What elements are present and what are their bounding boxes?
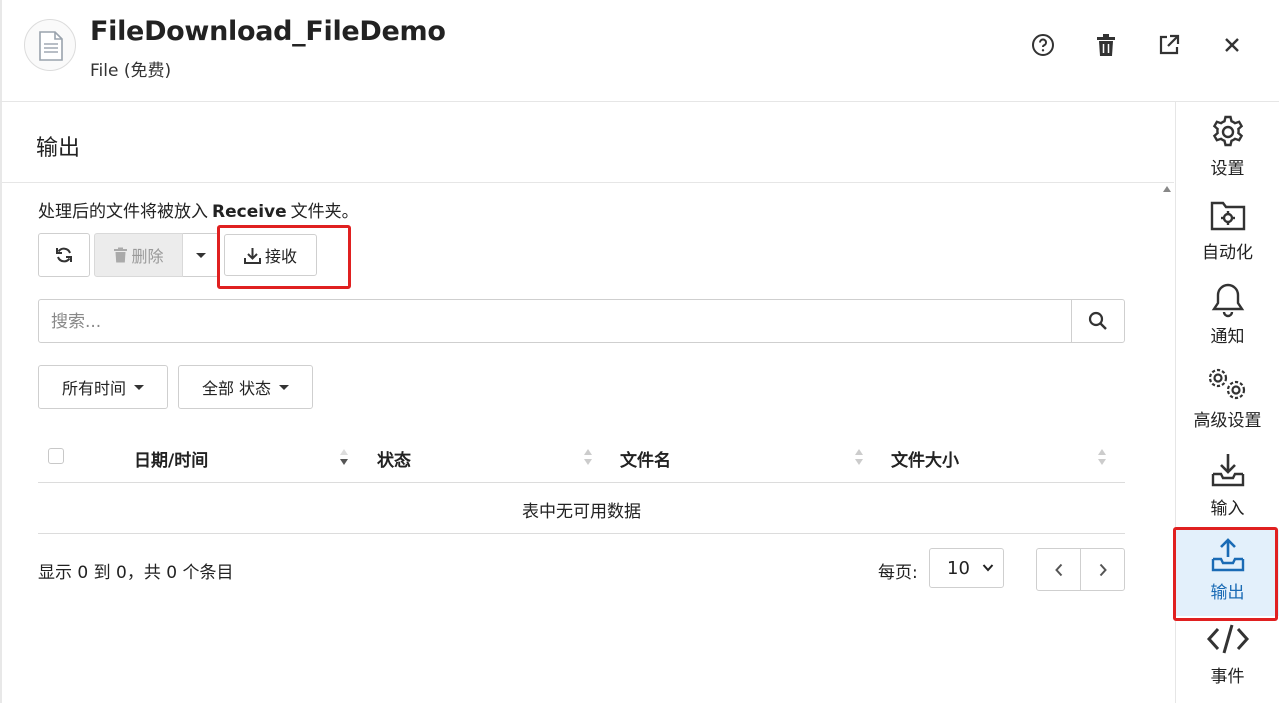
panel-title: 输出 bbox=[36, 136, 81, 161]
per-page-select[interactable]: 10 bbox=[929, 548, 1004, 588]
table-empty-message: 表中无可用数据 bbox=[522, 502, 641, 522]
sort-icon[interactable] bbox=[583, 447, 593, 467]
bell-icon bbox=[1176, 282, 1279, 318]
chevron-down-icon bbox=[195, 252, 206, 258]
trash-icon bbox=[114, 247, 128, 263]
sidebar-item-label: 自动化 bbox=[1202, 243, 1253, 263]
sort-icon[interactable] bbox=[854, 447, 864, 467]
page-title: FileDownload_FileDemo bbox=[90, 16, 446, 47]
sidebar-item-automation[interactable]: 自动化 bbox=[1176, 192, 1279, 276]
divider bbox=[38, 482, 1125, 483]
delete-dropdown-button[interactable] bbox=[183, 233, 219, 277]
time-filter-dropdown[interactable]: 所有时间 bbox=[38, 365, 168, 409]
column-header-filename[interactable]: 文件名 bbox=[620, 446, 671, 471]
highlight-box bbox=[217, 225, 351, 289]
file-icon bbox=[24, 19, 76, 71]
code-icon bbox=[1176, 622, 1279, 656]
status-filter-dropdown[interactable]: 全部 状态 bbox=[178, 365, 313, 409]
sidebar-item-input[interactable]: 输入 bbox=[1176, 444, 1279, 528]
search-input[interactable] bbox=[49, 308, 1063, 336]
scroll-up-arrow[interactable] bbox=[1163, 186, 1171, 192]
next-page-button[interactable] bbox=[1080, 548, 1125, 591]
sort-icon[interactable] bbox=[1097, 447, 1107, 467]
inbox-download-icon bbox=[1176, 452, 1279, 488]
description-text: 文件夹。 bbox=[290, 202, 359, 222]
table-info: 显示 0 到 0，共 0 个条目 bbox=[38, 563, 234, 583]
help-icon[interactable] bbox=[1028, 30, 1058, 60]
time-filter-label: 所有时间 bbox=[61, 379, 126, 398]
sidebar-item-label: 输入 bbox=[1210, 499, 1245, 519]
chevron-left-icon bbox=[1054, 563, 1062, 576]
divider bbox=[38, 533, 1125, 534]
prev-page-button[interactable] bbox=[1036, 548, 1081, 591]
search-button[interactable] bbox=[1071, 300, 1124, 342]
divider bbox=[2, 182, 1174, 183]
sidebar-item-label: 设置 bbox=[1210, 159, 1245, 179]
refresh-button[interactable] bbox=[38, 233, 90, 277]
column-header-filesize[interactable]: 文件大小 bbox=[891, 446, 959, 471]
column-header-status[interactable]: 状态 bbox=[377, 446, 411, 471]
gear-icon bbox=[1176, 114, 1279, 150]
sort-desc-icon[interactable] bbox=[339, 447, 349, 467]
panel-description: 处理后的文件将被放入 Receive 文件夹。 bbox=[38, 197, 359, 222]
chevron-down-icon bbox=[982, 564, 994, 572]
sidebar-item-advanced-settings[interactable]: 高级设置 bbox=[1176, 360, 1279, 444]
close-icon[interactable] bbox=[1217, 30, 1247, 60]
refresh-icon bbox=[56, 247, 72, 263]
sidebar-item-label: 通知 bbox=[1210, 327, 1245, 347]
sidebar-item-label: 事件 bbox=[1210, 667, 1245, 687]
delete-label: 删除 bbox=[131, 247, 164, 266]
trash-icon[interactable] bbox=[1091, 30, 1121, 60]
description-text: 处理后的文件将被放入 bbox=[38, 202, 208, 222]
highlight-box bbox=[1173, 527, 1278, 621]
header: FileDownload_FileDemo File (免费) bbox=[0, 0, 1279, 102]
per-page-label: 每页: bbox=[878, 563, 918, 583]
search-icon bbox=[1088, 311, 1107, 330]
left-edge bbox=[0, 0, 2, 703]
chevron-right-icon bbox=[1099, 563, 1107, 576]
page-subtitle: File (免费) bbox=[90, 61, 172, 81]
folder-name: Receive bbox=[212, 202, 287, 222]
status-filter-label: 全部 状态 bbox=[201, 379, 272, 398]
search-box bbox=[38, 299, 1125, 343]
folder-gear-icon bbox=[1176, 198, 1279, 232]
chevron-down-icon bbox=[134, 384, 144, 390]
chevron-down-icon bbox=[279, 384, 290, 390]
per-page-value: 10 bbox=[947, 558, 970, 579]
select-all-checkbox[interactable] bbox=[48, 448, 64, 464]
sidebar-item-events[interactable]: 事件 bbox=[1176, 618, 1279, 702]
sidebar-item-label: 高级设置 bbox=[1193, 411, 1262, 431]
gears-icon bbox=[1176, 366, 1279, 402]
delete-button[interactable]: 删除 bbox=[94, 233, 183, 277]
sidebar-item-settings[interactable]: 设置 bbox=[1176, 108, 1279, 192]
sidebar-item-notifications[interactable]: 通知 bbox=[1176, 276, 1279, 360]
column-header-datetime[interactable]: 日期/时间 bbox=[134, 446, 208, 471]
external-link-icon[interactable] bbox=[1154, 30, 1184, 60]
